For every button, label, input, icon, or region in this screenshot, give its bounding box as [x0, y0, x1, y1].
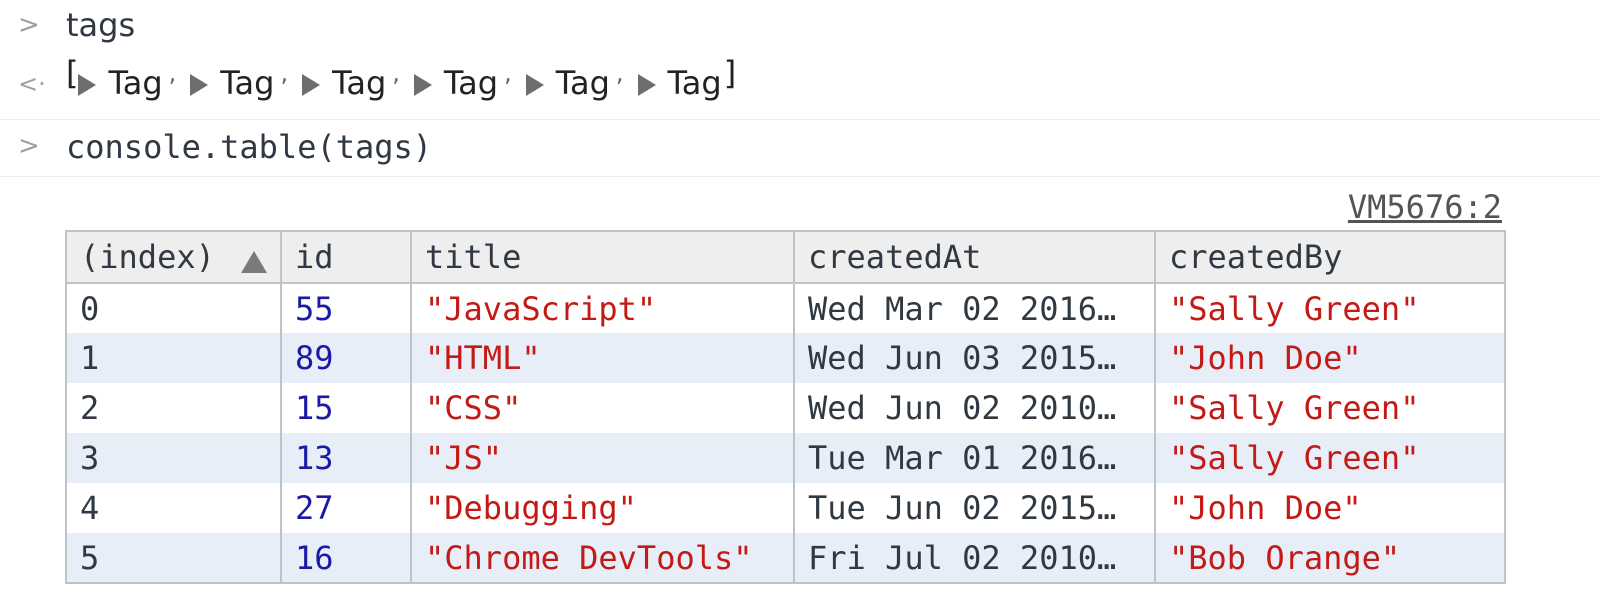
- console-command[interactable]: tags: [66, 6, 135, 44]
- triangle-right-icon[interactable]: [190, 74, 209, 96]
- array-close-bracket: ]: [723, 54, 737, 92]
- cell-createdby: "Sally Green": [1154, 283, 1506, 333]
- source-location-link[interactable]: VM5676:2: [1348, 188, 1502, 226]
- comma: ,: [615, 59, 624, 87]
- cell-title: "JS": [410, 433, 795, 483]
- result-arrow-icon: <·: [18, 70, 46, 98]
- table-row[interactable]: 5 16 "Chrome DevTools" Fri Jul 02 2010… …: [65, 533, 1506, 584]
- sort-ascending-icon[interactable]: [241, 251, 267, 273]
- cell-createdat: Wed Jun 02 2010…: [793, 383, 1156, 433]
- cell-createdby: "Sally Green": [1154, 383, 1506, 433]
- console-input-line: > console.table(tags): [0, 121, 1600, 177]
- prompt-chevron-icon: >: [18, 131, 40, 161]
- cell-id: 27: [280, 483, 412, 533]
- array-item-label: Tag: [332, 64, 387, 102]
- cell-title: "JavaScript": [410, 283, 795, 333]
- array-open-bracket: [: [66, 54, 79, 92]
- cell-id: 55: [280, 283, 412, 333]
- comma: ,: [504, 59, 512, 87]
- cell-createdby: "Sally Green": [1154, 433, 1506, 483]
- console-command[interactable]: console.table(tags): [66, 128, 432, 166]
- cell-index: 2: [65, 383, 282, 433]
- cell-index: 0: [65, 283, 282, 333]
- triangle-right-icon[interactable]: [302, 74, 321, 96]
- cell-createdby: "Bob Orange": [1154, 533, 1506, 584]
- triangle-right-icon[interactable]: [413, 74, 432, 96]
- triangle-right-icon[interactable]: [525, 74, 544, 96]
- cell-createdby: "John Doe": [1154, 333, 1506, 383]
- comma: ,: [280, 59, 289, 87]
- array-item-label: Tag: [220, 64, 275, 102]
- array-item-label: Tag: [555, 64, 610, 102]
- console-input-line: > tags: [0, 0, 1600, 56]
- cell-createdat: Wed Mar 02 2016…: [793, 283, 1156, 333]
- cell-id: 16: [280, 533, 412, 584]
- prompt-chevron-icon: >: [18, 10, 40, 40]
- cell-index: 4: [65, 483, 282, 533]
- console-table: (index) id title createdAt createdBy 0 5…: [65, 230, 1506, 584]
- console-result-line: <· [ Tag, Tag, Tag, Tag, Tag, Tag ]: [0, 54, 1600, 120]
- comma: ,: [168, 59, 177, 87]
- cell-id: 89: [280, 333, 412, 383]
- cell-index: 3: [65, 433, 282, 483]
- cell-createdat: Fri Jul 02 2010…: [793, 533, 1156, 584]
- column-header-index[interactable]: (index): [65, 230, 282, 284]
- devtools-console: > tags <· [ Tag, Tag, Tag, Tag, Tag, Tag…: [0, 0, 1600, 605]
- array-item[interactable]: Tag,: [413, 59, 512, 102]
- cell-title: "HTML": [410, 333, 795, 383]
- table-row[interactable]: 1 89 "HTML" Wed Jun 03 2015… "John Doe": [65, 333, 1506, 383]
- cell-index: 1: [65, 333, 282, 383]
- triangle-right-icon[interactable]: [637, 74, 656, 96]
- column-header-title[interactable]: title: [410, 230, 795, 284]
- column-header-createdby[interactable]: createdBy: [1154, 230, 1506, 284]
- cell-createdat: Tue Mar 01 2016…: [793, 433, 1156, 483]
- comma: ,: [392, 59, 400, 87]
- cell-title: "Chrome DevTools": [410, 533, 795, 584]
- cell-id: 13: [280, 433, 412, 483]
- cell-createdat: Tue Jun 02 2015…: [793, 483, 1156, 533]
- array-item-label: Tag: [667, 64, 722, 102]
- array-item[interactable]: Tag: [637, 64, 722, 102]
- cell-id: 15: [280, 383, 412, 433]
- array-item[interactable]: Tag,: [302, 59, 400, 102]
- triangle-right-icon[interactable]: [78, 74, 97, 96]
- cell-title: "CSS": [410, 383, 795, 433]
- column-header-id[interactable]: id: [280, 230, 412, 284]
- cell-index: 5: [65, 533, 282, 584]
- table-row[interactable]: 3 13 "JS" Tue Mar 01 2016… "Sally Green": [65, 433, 1506, 483]
- cell-createdat: Wed Jun 03 2015…: [793, 333, 1156, 383]
- table-row[interactable]: 0 55 "JavaScript" Wed Mar 02 2016… "Sall…: [65, 283, 1506, 333]
- table-row[interactable]: 2 15 "CSS" Wed Jun 02 2010… "Sally Green…: [65, 383, 1506, 433]
- array-preview[interactable]: [ Tag, Tag, Tag, Tag, Tag, Tag ]: [66, 54, 736, 102]
- array-item[interactable]: Tag,: [78, 59, 176, 102]
- array-item[interactable]: Tag,: [190, 59, 288, 102]
- cell-createdby: "John Doe": [1154, 483, 1506, 533]
- table-row[interactable]: 4 27 "Debugging" Tue Jun 02 2015… "John …: [65, 483, 1506, 533]
- cell-title: "Debugging": [410, 483, 795, 533]
- array-item-label: Tag: [108, 64, 163, 102]
- table-header-row: (index) id title createdAt createdBy: [65, 230, 1506, 284]
- array-item-label: Tag: [443, 64, 499, 102]
- column-header-createdat[interactable]: createdAt: [793, 230, 1156, 284]
- array-item[interactable]: Tag,: [525, 59, 624, 102]
